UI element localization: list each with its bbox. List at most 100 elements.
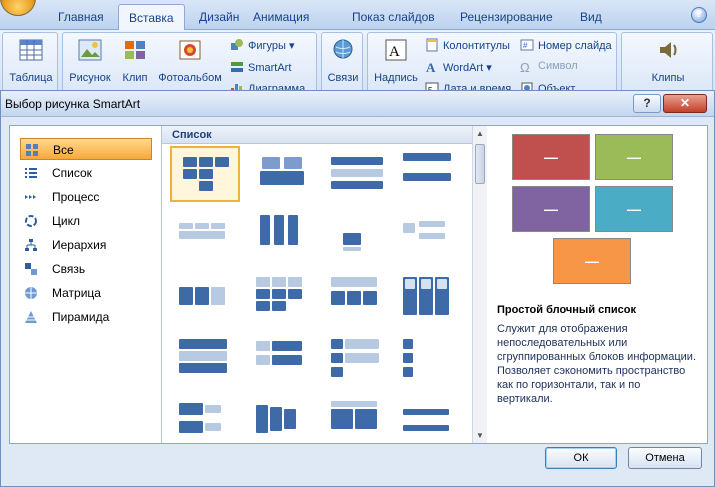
layout-thumbnail[interactable] xyxy=(170,146,240,202)
layout-thumbnail[interactable] xyxy=(247,146,317,202)
table-button[interactable]: Таблица xyxy=(8,37,54,84)
layout-preview-icon xyxy=(183,157,229,191)
tab-slideshow[interactable]: Показ слайдов xyxy=(352,10,435,24)
category-list-item[interactable]: Список xyxy=(20,162,152,184)
wordart-icon: A xyxy=(426,60,436,74)
wordart-button[interactable]: A WordArt ▾ xyxy=(425,60,492,74)
cycle-icon xyxy=(25,215,37,227)
layout-thumbnail[interactable] xyxy=(247,208,317,264)
clip-label: Клип xyxy=(122,72,148,84)
layout-preview-icon xyxy=(331,277,377,305)
layout-thumbnail[interactable] xyxy=(322,394,392,443)
dialog-body: Все Список Процесс Цикл Иерархия Связь М… xyxy=(9,125,708,444)
layout-preview-icon xyxy=(179,339,227,373)
tab-animation[interactable]: Анимация xyxy=(253,10,309,24)
clips-button[interactable]: Клипы xyxy=(642,37,694,84)
photo-album-button[interactable]: Фотоальбом xyxy=(155,37,225,84)
layout-thumbnail[interactable] xyxy=(322,146,392,202)
preview-block-1: — xyxy=(512,134,590,180)
layout-thumbnail[interactable] xyxy=(322,208,392,264)
layout-thumbnail[interactable] xyxy=(170,270,240,326)
textbox-label: Надпись xyxy=(374,72,418,84)
layout-thumbnail[interactable] xyxy=(170,332,240,388)
category-label: Матрица xyxy=(52,286,101,300)
slide-number-label: Номер слайда xyxy=(538,40,612,52)
category-matrix[interactable]: Матрица xyxy=(20,282,152,304)
layout-preview-icon xyxy=(331,157,383,189)
category-label: Цикл xyxy=(52,214,80,228)
layout-pane: Список ▲ ▼ xyxy=(162,126,487,443)
ribbon-tab-bar: Главная Вставка Дизайн Анимация Показ сл… xyxy=(0,0,715,31)
picture-label: Рисунок xyxy=(69,72,111,84)
layout-thumbnail[interactable] xyxy=(394,332,464,388)
preview-block-3: — xyxy=(512,186,590,232)
layout-thumbnail[interactable] xyxy=(247,270,317,326)
layout-thumbnail[interactable] xyxy=(247,394,317,443)
layout-thumbnail[interactable] xyxy=(170,208,240,264)
ribbon-help-icon[interactable]: ? xyxy=(691,7,707,23)
category-label: Пирамида xyxy=(52,310,110,324)
layout-preview-icon xyxy=(333,215,373,251)
layout-thumbnail[interactable] xyxy=(322,270,392,326)
symbol-button[interactable]: Ω Символ xyxy=(520,60,578,75)
group-links: Связи xyxy=(321,32,363,94)
group-text: A Надпись Колонтитулы A WordArt ▾ 5 Дата… xyxy=(367,32,617,95)
layout-preview-icon xyxy=(260,215,298,245)
header-footer-button[interactable]: Колонтитулы xyxy=(425,38,510,52)
wordart-label: WordArt xyxy=(443,62,484,74)
office-button[interactable] xyxy=(0,0,36,16)
layout-thumbnail[interactable] xyxy=(322,332,392,388)
layout-thumbnail[interactable] xyxy=(394,146,464,202)
omega-icon: Ω xyxy=(520,60,530,75)
smartart-label: SmartArt xyxy=(248,62,292,74)
category-process[interactable]: Процесс xyxy=(20,186,152,208)
shapes-button[interactable]: Фигуры ▾ xyxy=(230,38,295,52)
scroll-thumb[interactable] xyxy=(475,144,485,184)
layout-section-header: Список xyxy=(162,126,472,144)
tab-view[interactable]: Вид xyxy=(580,10,602,24)
svg-text:A: A xyxy=(426,60,436,74)
category-cycle[interactable]: Цикл xyxy=(20,210,152,232)
layout-scrollbar[interactable]: ▲ ▼ xyxy=(472,126,487,443)
category-label: Список xyxy=(52,166,92,180)
group-tables: Таблица xyxy=(2,32,58,94)
list-icon xyxy=(25,168,37,178)
category-pyramid[interactable]: Пирамида xyxy=(20,306,152,328)
sound-icon xyxy=(660,42,677,58)
tab-review[interactable]: Рецензирование xyxy=(460,10,553,24)
globe-link-icon xyxy=(333,39,353,59)
tab-insert[interactable]: Вставка xyxy=(118,4,185,31)
links-button[interactable]: Связи xyxy=(324,37,362,84)
preview-block-5: — xyxy=(553,238,631,284)
layout-preview-icon xyxy=(331,401,377,429)
dialog-titlebar[interactable]: Выбор рисунка SmartArt ? ✕ xyxy=(1,91,714,117)
layout-thumbnail[interactable] xyxy=(247,332,317,388)
picture-button[interactable]: Рисунок xyxy=(65,37,115,84)
dialog-help-button[interactable]: ? xyxy=(633,94,661,113)
cancel-button[interactable]: Отмена xyxy=(628,447,702,469)
slide-number-icon: # xyxy=(520,39,534,51)
category-all[interactable]: Все xyxy=(20,138,152,160)
layout-thumbnail[interactable] xyxy=(170,394,240,443)
ok-button[interactable]: ОК xyxy=(545,447,617,469)
scroll-up-icon[interactable]: ▲ xyxy=(476,129,484,138)
preview-block-2: — xyxy=(595,134,673,180)
clipart-icon xyxy=(125,41,145,59)
layout-thumbnail[interactable] xyxy=(394,270,464,326)
tab-home[interactable]: Главная xyxy=(58,10,104,24)
hierarchy-icon xyxy=(25,239,37,251)
slide-number-button[interactable]: # Номер слайда xyxy=(520,38,612,52)
tab-design[interactable]: Дизайн xyxy=(199,10,239,24)
layout-thumbnail[interactable] xyxy=(394,394,464,443)
layout-preview-icon xyxy=(331,339,379,377)
header-footer-label: Колонтитулы xyxy=(443,40,510,52)
clip-button[interactable]: Клип xyxy=(115,37,155,84)
smartart-button[interactable]: SmartArt xyxy=(230,60,291,74)
layout-thumbnail[interactable] xyxy=(394,208,464,264)
category-relationship[interactable]: Связь xyxy=(20,258,152,280)
textbox-button[interactable]: A Надпись xyxy=(370,37,422,84)
scroll-down-icon[interactable]: ▼ xyxy=(476,431,484,440)
category-hierarchy[interactable]: Иерархия xyxy=(20,234,152,256)
dialog-close-button[interactable]: ✕ xyxy=(663,94,707,113)
process-icon xyxy=(25,195,36,199)
